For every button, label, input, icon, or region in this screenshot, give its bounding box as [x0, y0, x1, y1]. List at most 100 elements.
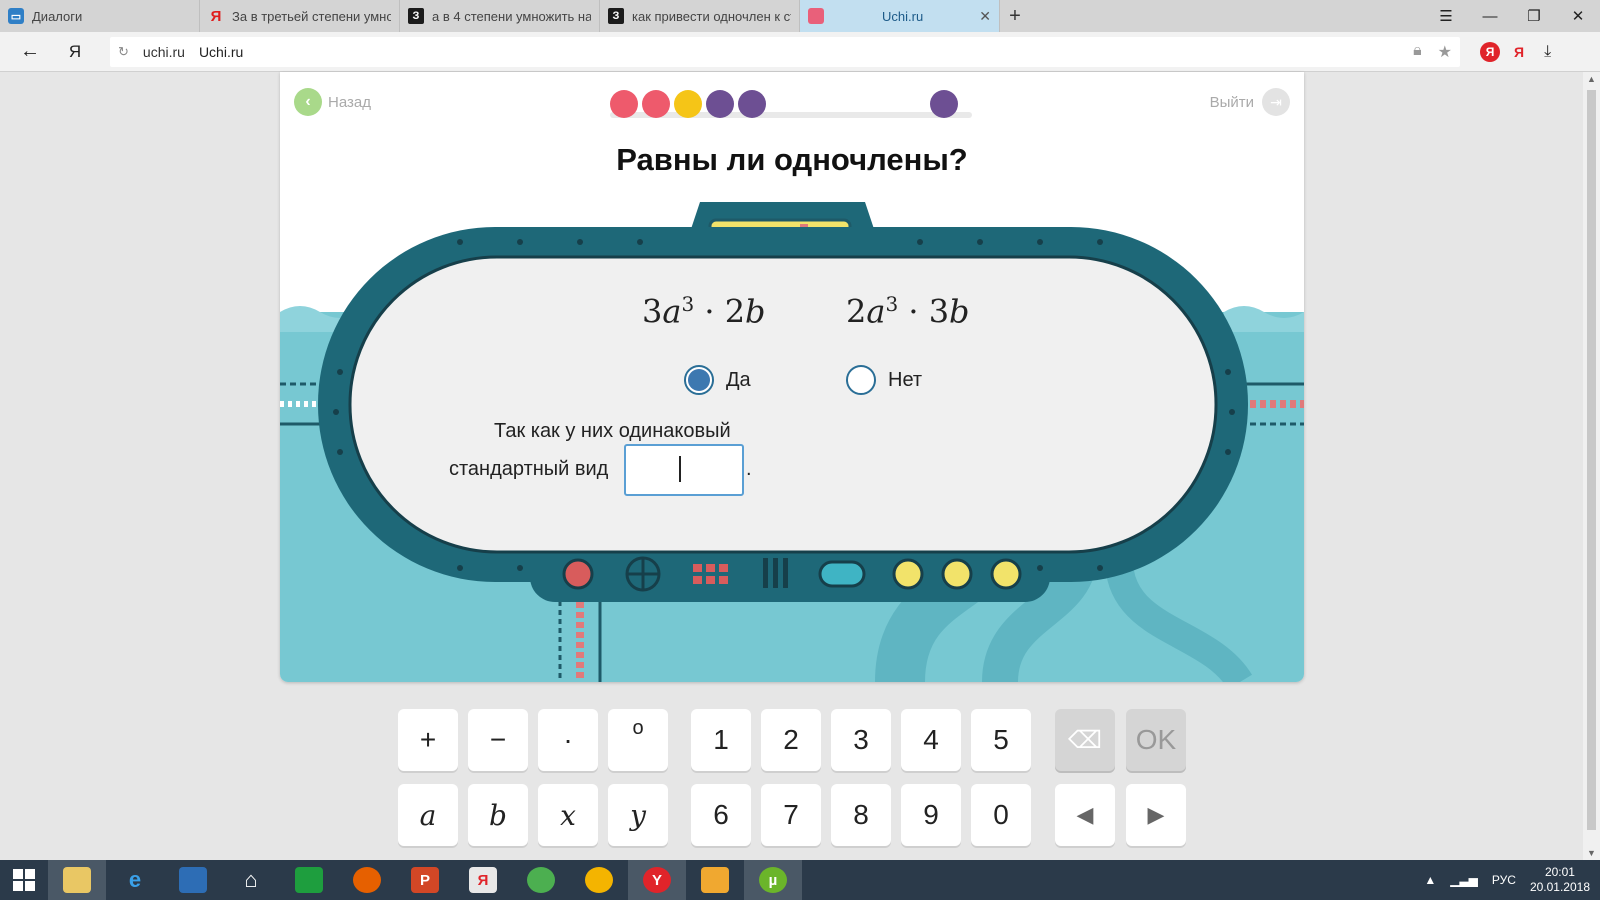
- clock-date: 20.01.2018: [1529, 880, 1590, 894]
- radio-yes-label: Да: [726, 368, 751, 391]
- language-indicator[interactable]: РУС: [1492, 873, 1516, 887]
- restore-icon[interactable]: ❐: [1512, 0, 1556, 32]
- key-degree[interactable]: o: [608, 709, 668, 771]
- key-x[interactable]: x: [538, 784, 598, 846]
- page-title-in-url: Uchi.ru: [198, 43, 244, 60]
- key-2[interactable]: 2: [761, 709, 821, 771]
- tab-dialogs[interactable]: ▭ Диалоги: [0, 0, 200, 32]
- key-8[interactable]: 8: [831, 784, 891, 846]
- back-arrow-icon[interactable]: ←: [0, 40, 60, 63]
- minimize-icon[interactable]: —: [1468, 0, 1512, 32]
- back-label: Назад: [328, 93, 371, 111]
- key-6[interactable]: 6: [691, 784, 751, 846]
- answer-input[interactable]: [624, 444, 744, 496]
- key-plus[interactable]: +: [398, 709, 458, 771]
- radio-no-label: Нет: [888, 368, 923, 391]
- tab-title: а в 4 степени умножить на: [432, 8, 591, 24]
- firefox-icon[interactable]: [338, 860, 396, 900]
- tab-yandex-search[interactable]: Я За в третьей степени умнож: [200, 0, 400, 32]
- yandex-browser-icon[interactable]: Я: [454, 860, 512, 900]
- yandex-y-icon[interactable]: Y: [628, 860, 686, 900]
- key-a[interactable]: a: [398, 784, 458, 846]
- explanation-line-2: стандартный вид: [449, 458, 609, 480]
- backspace-key[interactable]: ⌫: [1055, 709, 1115, 771]
- close-tab-icon[interactable]: ✕: [979, 8, 991, 25]
- menu-icon[interactable]: ☰: [1424, 0, 1468, 32]
- key-4[interactable]: 4: [901, 709, 961, 771]
- lenovo-icon[interactable]: [164, 860, 222, 900]
- back-link[interactable]: ‹ Назад: [294, 88, 371, 116]
- exit-link[interactable]: Выйти ⇥: [1210, 88, 1290, 116]
- download-icon[interactable]: ⤓: [1544, 43, 1551, 61]
- key-dot[interactable]: ·: [538, 709, 598, 771]
- scroll-up-icon[interactable]: ▲: [1583, 74, 1600, 84]
- znanija-icon: З: [608, 8, 624, 24]
- lesson-card: ‹ Назад Выйти ⇥ Равны ли одночлены?: [280, 72, 1304, 682]
- cursor-left-key[interactable]: ◀: [1055, 784, 1115, 846]
- key-9[interactable]: 9: [901, 784, 961, 846]
- media-player-icon[interactable]: [686, 860, 744, 900]
- reload-icon[interactable]: ↻: [118, 44, 129, 60]
- clock[interactable]: 20:01 20.01.2018: [1530, 865, 1590, 895]
- radio-selected-dot: [688, 369, 710, 391]
- chrome-icon[interactable]: [512, 860, 570, 900]
- ok-button[interactable]: OK: [1126, 709, 1186, 771]
- monomial-left: 3a3 · 2b: [642, 292, 766, 331]
- key-3[interactable]: 3: [831, 709, 891, 771]
- internet-explorer-icon[interactable]: e: [106, 860, 164, 900]
- utorrent-icon[interactable]: µ: [744, 860, 802, 900]
- powerpoint-icon[interactable]: P: [396, 860, 454, 900]
- radio-no-circle[interactable]: [846, 365, 876, 395]
- radio-no[interactable]: Нет: [846, 365, 922, 395]
- key-0[interactable]: 0: [971, 784, 1031, 846]
- lock-icon[interactable]: 🔒︎: [1413, 42, 1422, 62]
- close-window-icon[interactable]: ✕: [1556, 0, 1600, 32]
- text-caret: [679, 456, 681, 482]
- progress-dot: [930, 90, 958, 118]
- radio-yes[interactable]: Да: [684, 365, 751, 395]
- tab-title: как привести одночлен к ст: [632, 8, 791, 24]
- system-tray: ▲ ▁▃▅ РУС 20:01 20.01.2018: [1424, 860, 1590, 900]
- url-field[interactable]: ↻ uchi.ru Uchi.ru 🔒︎ ★: [110, 36, 1460, 67]
- file-explorer-icon[interactable]: [48, 860, 106, 900]
- tab-strip: ▭ Диалоги Я За в третьей степени умнож З…: [0, 0, 1600, 32]
- key-minus[interactable]: −: [468, 709, 528, 771]
- task-title: Равны ли одночлены?: [616, 142, 968, 177]
- tab-title: Диалоги: [32, 8, 83, 24]
- window-controls: ☰ — ❐ ✕: [1424, 0, 1600, 32]
- yandex-bar-icon[interactable]: Я: [1514, 44, 1524, 60]
- key-7[interactable]: 7: [761, 784, 821, 846]
- key-1[interactable]: 1: [691, 709, 751, 771]
- yandex-icon: Я: [210, 7, 222, 25]
- progress-bar: [610, 88, 972, 122]
- vertical-scrollbar[interactable]: ▲ ▼: [1583, 72, 1600, 860]
- tray-expand-icon[interactable]: ▲: [1424, 873, 1436, 887]
- home-icon[interactable]: ⌂: [222, 860, 280, 900]
- tab-title: Uchi.ru: [882, 8, 924, 24]
- yandex-home-button[interactable]: Я: [60, 42, 90, 62]
- scroll-down-icon[interactable]: ▼: [1583, 848, 1600, 858]
- tab-znanija-1[interactable]: З а в 4 степени умножить на: [400, 0, 600, 32]
- windows-start-icon[interactable]: [0, 860, 48, 900]
- key-b[interactable]: b: [468, 784, 528, 846]
- scroll-thumb[interactable]: [1587, 90, 1596, 830]
- store-icon[interactable]: [280, 860, 338, 900]
- tab-znanija-2[interactable]: З как привести одночлен к ст: [600, 0, 800, 32]
- period: .: [746, 458, 752, 480]
- monomial-right: 2a3 · 3b: [846, 292, 970, 331]
- progress-dot: [642, 90, 670, 118]
- clock-time: 20:01: [1544, 865, 1575, 879]
- bookmark-star-icon[interactable]: ★: [1438, 42, 1452, 62]
- tab-uchi[interactable]: Uchi.ru ✕: [800, 0, 1000, 32]
- progress-dot: [610, 90, 638, 118]
- picasa-icon[interactable]: [570, 860, 628, 900]
- yandex-extension-icon[interactable]: Я: [1480, 41, 1500, 62]
- cursor-right-key[interactable]: ▶: [1126, 784, 1186, 846]
- key-y[interactable]: y: [608, 784, 668, 846]
- network-signal-icon[interactable]: ▁▃▅: [1450, 873, 1478, 887]
- radio-yes-circle[interactable]: [684, 365, 714, 395]
- key-5[interactable]: 5: [971, 709, 1031, 771]
- new-tab-button[interactable]: +: [1000, 0, 1030, 32]
- url-domain: uchi.ru: [142, 43, 185, 60]
- uchi-icon: [808, 8, 824, 24]
